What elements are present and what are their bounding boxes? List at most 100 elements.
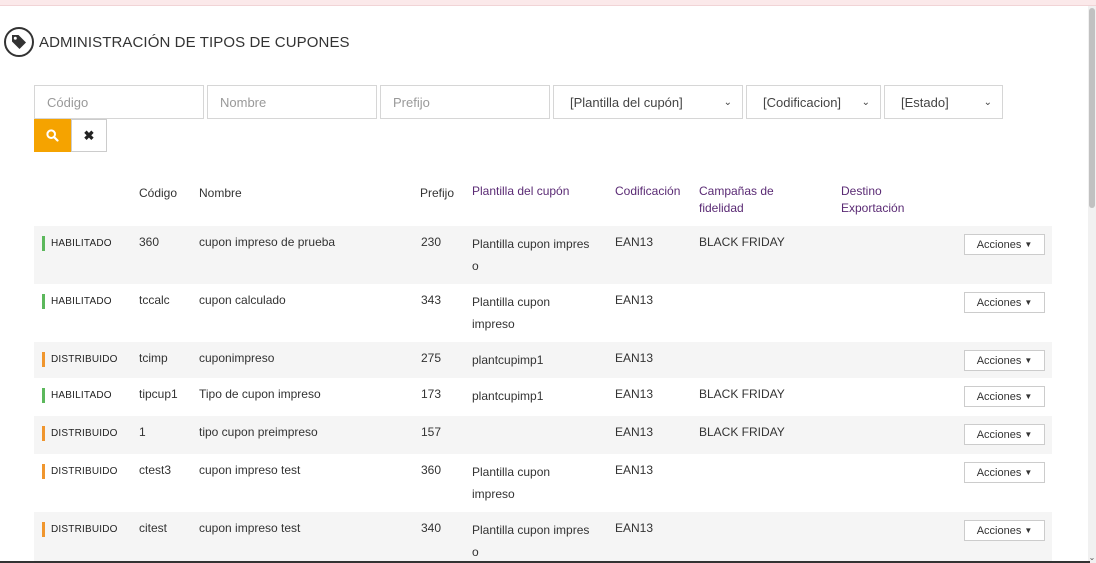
- actions-dropdown-button[interactable]: Acciones ▼: [964, 462, 1045, 483]
- caret-down-icon: ▼: [1024, 468, 1033, 477]
- actions-label: Acciones: [976, 296, 1022, 309]
- cell-plantilla-line1: Plantilla cupon: [472, 465, 551, 479]
- cell-campana: BLACK FRIDAY: [699, 235, 785, 249]
- status-badge: DISTRIBUIDO: [42, 351, 118, 367]
- cell-nombre: cupon impreso test: [199, 521, 301, 535]
- column-header-prefijo[interactable]: Prefijo: [420, 185, 454, 202]
- column-header-destino-line2: Exportación: [841, 201, 905, 215]
- status-color-bar: [42, 463, 45, 479]
- cell-plantilla-line1: Plantilla cupon: [472, 295, 551, 309]
- cell-codigo: 360: [139, 235, 160, 249]
- caret-down-icon: ▼: [1024, 298, 1033, 307]
- estado-select[interactable]: [Estado] ⌄: [884, 85, 1003, 119]
- status-color-bar: [42, 425, 45, 441]
- table-row: DISTRIBUIDO 1 tipo cupon preimpreso 157 EAN1…: [34, 416, 1052, 454]
- clear-button[interactable]: ✖: [71, 119, 107, 152]
- cell-nombre: Tipo de cupon impreso: [199, 387, 321, 401]
- cell-codificacion: EAN13: [615, 463, 654, 477]
- page-header: ADMINISTRACIÓN DE TIPOS DE CUPONES: [4, 27, 350, 57]
- actions-label: Acciones: [976, 354, 1022, 367]
- cell-prefijo: 340: [421, 521, 442, 535]
- caret-down-icon: ▼: [1024, 356, 1033, 365]
- actions-dropdown-button[interactable]: Acciones ▼: [964, 350, 1045, 371]
- cell-prefijo: 157: [421, 425, 442, 439]
- status-color-bar: [42, 235, 45, 251]
- top-bar: [0, 0, 1096, 6]
- cell-codigo: 1: [139, 425, 146, 439]
- actions-dropdown-button[interactable]: Acciones ▼: [964, 292, 1045, 313]
- table-row: DISTRIBUIDO citest cupon impreso test 340 Pl…: [34, 512, 1052, 563]
- cell-prefijo: 230: [421, 235, 442, 249]
- column-header-codigo[interactable]: Código: [139, 185, 177, 202]
- actions-dropdown-button[interactable]: Acciones ▼: [964, 234, 1045, 255]
- cell-plantilla-line2: impreso: [472, 317, 515, 331]
- cell-nombre: cuponimpreso: [199, 351, 275, 365]
- cell-codificacion: EAN13: [615, 235, 654, 249]
- cell-plantilla-line2: o: [472, 259, 479, 273]
- column-header-plantilla[interactable]: Plantilla del cupón: [472, 183, 569, 200]
- nombre-filter[interactable]: [207, 85, 377, 119]
- cell-nombre: tipo cupon preimpreso: [199, 425, 318, 439]
- status-color-bar: [42, 351, 45, 367]
- cell-codigo: tccalc: [139, 293, 170, 307]
- codigo-input[interactable]: [47, 94, 191, 110]
- column-header-campanas[interactable]: Campañas de fidelidad: [699, 183, 774, 217]
- status-badge: DISTRIBUIDO: [42, 463, 118, 479]
- cell-codificacion: EAN13: [615, 387, 654, 401]
- codificacion-select-value: [Codificacion]: [763, 94, 842, 110]
- status-badge: DISTRIBUIDO: [42, 425, 118, 441]
- scrollbar-thumb[interactable]: [1089, 8, 1095, 208]
- cell-plantilla: Plantilla cupon impres o: [472, 233, 589, 277]
- cell-codigo: ctest3: [139, 463, 172, 477]
- status-label: DISTRIBUIDO: [51, 523, 118, 535]
- codigo-filter[interactable]: [34, 85, 204, 119]
- actions-label: Acciones: [976, 238, 1022, 251]
- estado-select-value: [Estado]: [901, 94, 949, 110]
- cell-plantilla-line1: Plantilla cupon impres: [472, 237, 590, 251]
- prefijo-input[interactable]: [393, 94, 537, 110]
- cell-plantilla-line2: impreso: [472, 487, 515, 501]
- column-header-campanas-line2: fidelidad: [699, 201, 744, 215]
- cell-nombre: cupon impreso de prueba: [199, 235, 336, 249]
- cell-codigo: tcimp: [139, 351, 168, 365]
- search-button[interactable]: [34, 119, 71, 152]
- cell-plantilla: Plantilla cupon impreso: [472, 291, 550, 335]
- chevron-down-icon: ⌄: [861, 96, 870, 108]
- caret-down-icon: ▼: [1024, 240, 1033, 249]
- page-title: ADMINISTRACIÓN DE TIPOS DE CUPONES: [39, 33, 350, 51]
- codificacion-select[interactable]: [Codificacion] ⌄: [746, 85, 881, 119]
- cell-codificacion: EAN13: [615, 425, 654, 439]
- chevron-down-icon: ⌄: [723, 96, 732, 108]
- actions-label: Acciones: [976, 428, 1022, 441]
- cell-campana: BLACK FRIDAY: [699, 387, 785, 401]
- cell-plantilla-line2: o: [472, 545, 479, 559]
- table-row: DISTRIBUIDO ctest3 cupon impreso test 360 Pl…: [34, 454, 1052, 512]
- column-header-destino[interactable]: Destino Exportación: [841, 183, 904, 217]
- cell-codificacion: EAN13: [615, 293, 654, 307]
- cell-plantilla: plantcupimp1: [472, 385, 543, 407]
- cell-campana: BLACK FRIDAY: [699, 425, 785, 439]
- actions-dropdown-button[interactable]: Acciones ▼: [964, 520, 1045, 541]
- cell-plantilla-line1: plantcupimp1: [472, 353, 544, 367]
- column-header-nombre[interactable]: Nombre: [199, 185, 242, 202]
- caret-down-icon: ▼: [1024, 526, 1033, 535]
- table-row: HABILITADO tccalc cupon calculado 343 Planti…: [34, 284, 1052, 342]
- actions-dropdown-button[interactable]: Acciones ▼: [964, 386, 1045, 407]
- vertical-scrollbar[interactable]: ⌄: [1088, 6, 1096, 563]
- actions-dropdown-button[interactable]: Acciones ▼: [964, 424, 1045, 445]
- cell-codigo: citest: [139, 521, 168, 535]
- cell-codificacion: EAN13: [615, 351, 654, 365]
- status-label: HABILITADO: [51, 237, 112, 249]
- actions-label: Acciones: [976, 466, 1022, 479]
- status-label: DISTRIBUIDO: [51, 427, 118, 439]
- plantilla-select[interactable]: [Plantilla del cupón] ⌄: [553, 85, 743, 119]
- column-header-codificacion[interactable]: Codificación: [615, 183, 680, 200]
- cell-prefijo: 173: [421, 387, 442, 401]
- prefijo-filter[interactable]: [380, 85, 550, 119]
- cell-plantilla: plantcupimp1: [472, 349, 543, 371]
- nombre-input[interactable]: [220, 94, 364, 110]
- cell-plantilla: Plantilla cupon impreso: [472, 461, 550, 505]
- column-header-destino-line1: Destino: [841, 184, 882, 198]
- status-label: HABILITADO: [51, 295, 112, 307]
- column-header-campanas-line1: Campañas de: [699, 184, 774, 198]
